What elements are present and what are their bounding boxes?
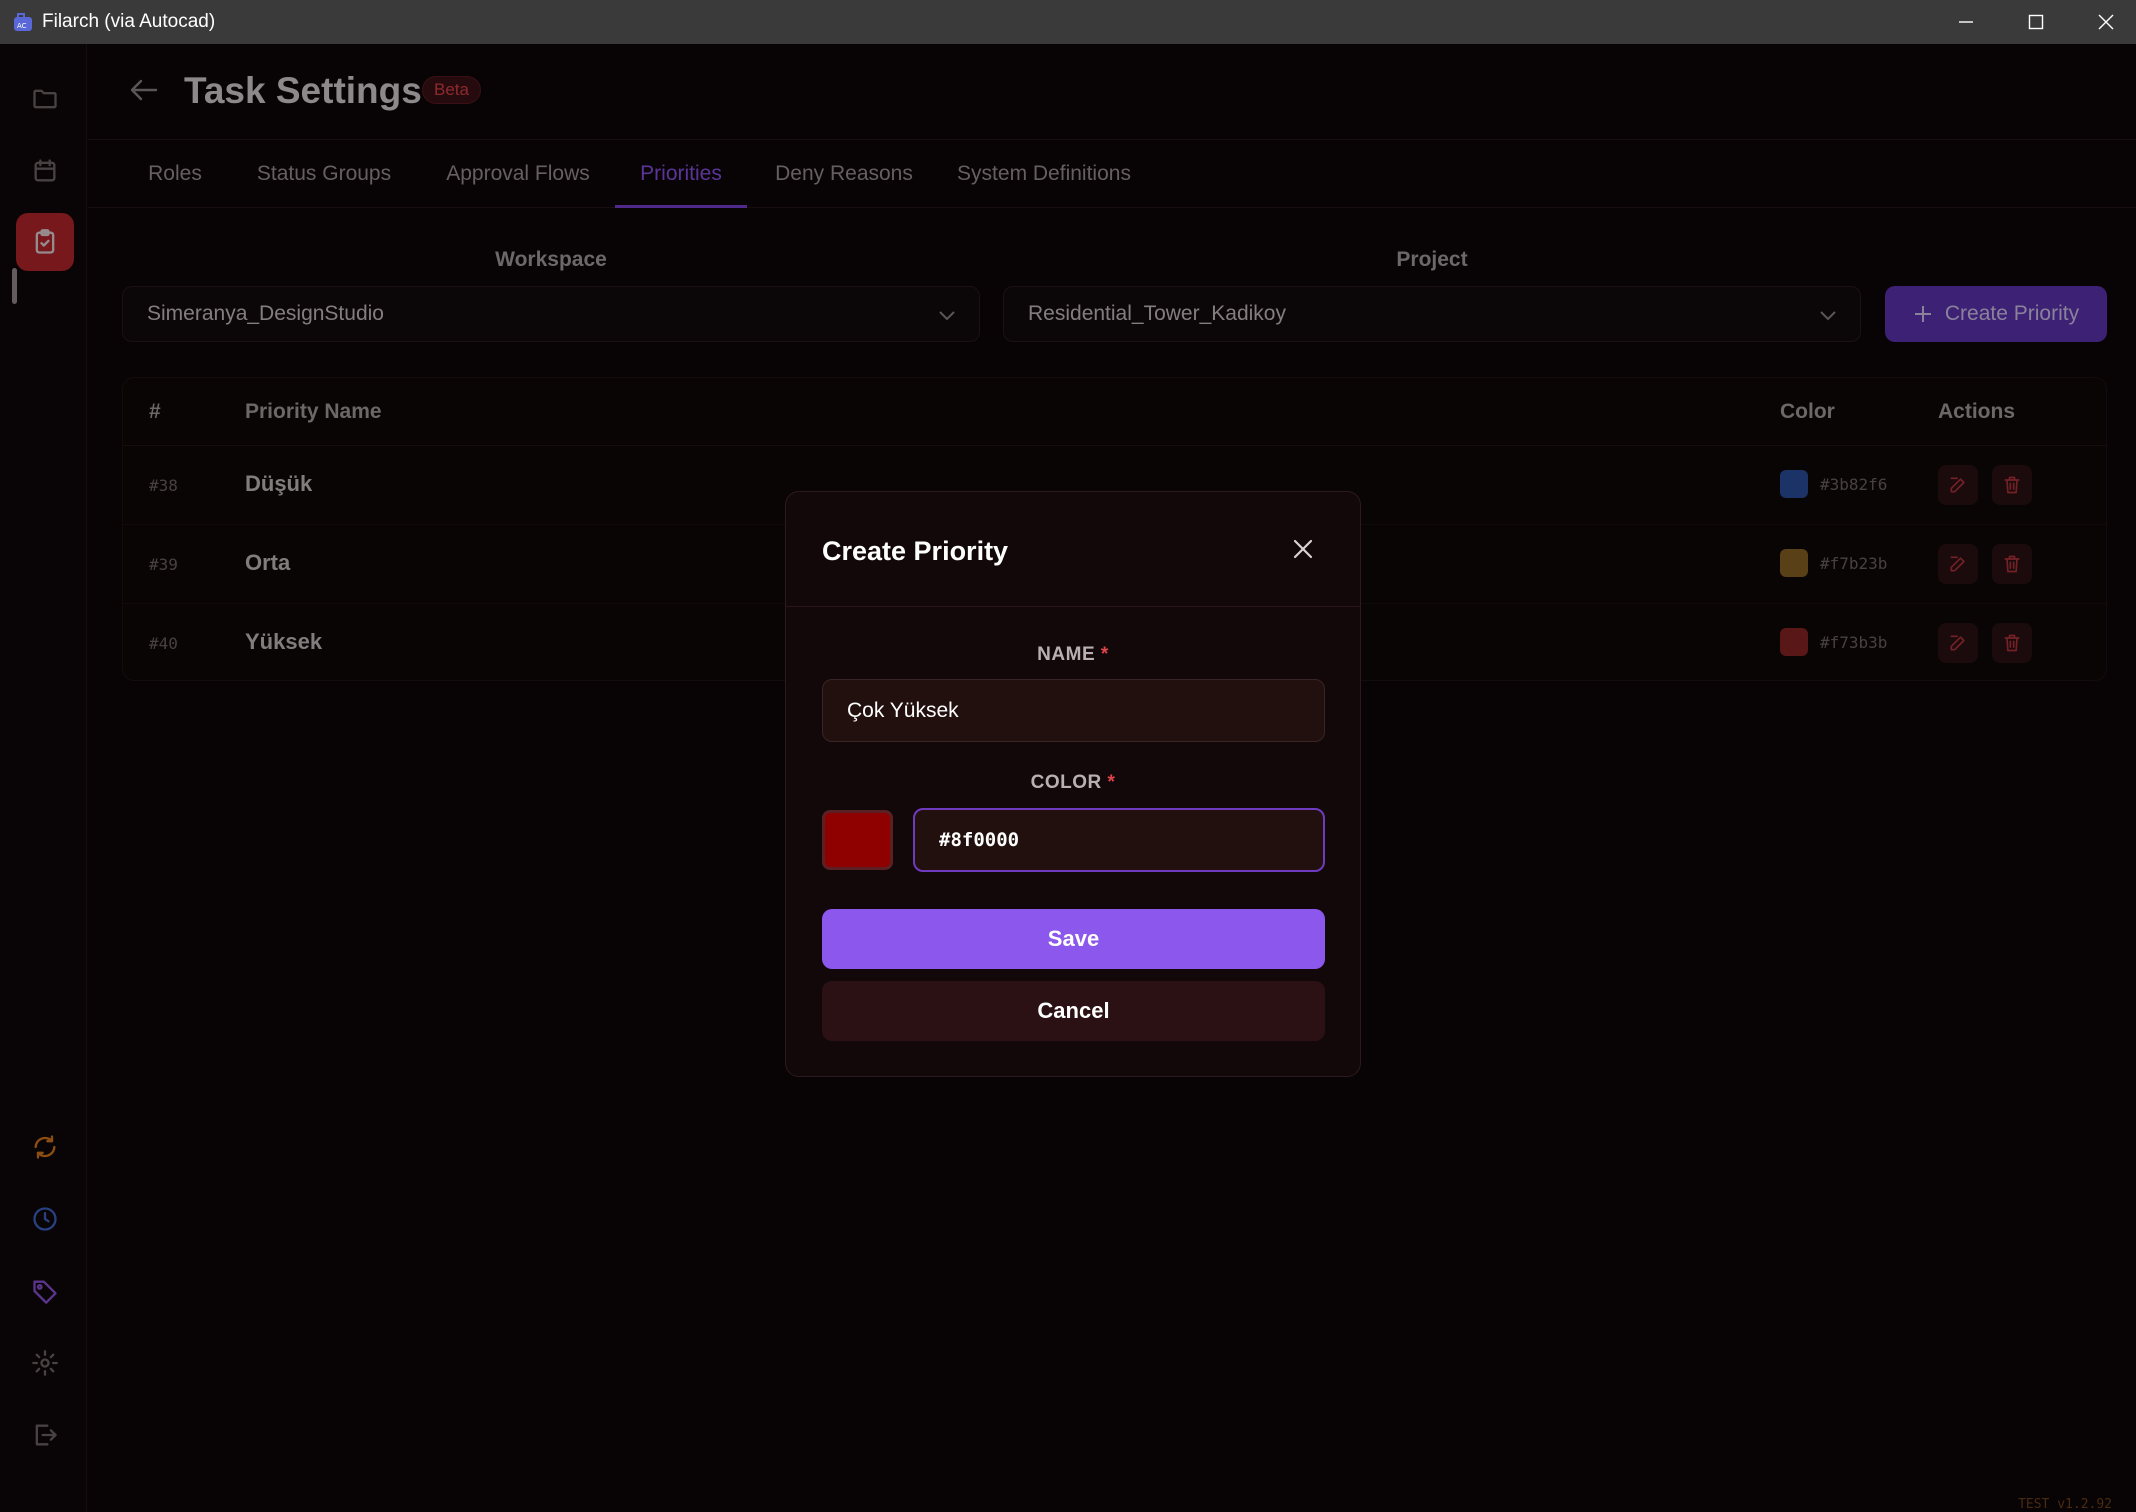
window-titlebar: AC Filarch (via Autocad): [0, 0, 2136, 44]
name-label-text: NAME: [1037, 644, 1096, 665]
modal-header: Create Priority: [786, 492, 1360, 607]
color-hex-value: #8f0000: [939, 829, 1020, 851]
save-button[interactable]: Save: [822, 909, 1325, 969]
create-priority-modal: Create Priority NAME * Çok Yüksek COLOR …: [785, 491, 1361, 1077]
color-label: COLOR *: [786, 772, 1360, 794]
cancel-button[interactable]: Cancel: [822, 981, 1325, 1041]
maximize-button[interactable]: [2001, 0, 2071, 44]
minimize-icon: [1959, 21, 1973, 23]
required-mark: *: [1100, 644, 1109, 665]
svg-text:AC: AC: [17, 22, 27, 30]
required-mark: *: [1107, 772, 1116, 793]
color-hex-input[interactable]: #8f0000: [913, 808, 1325, 872]
color-label-text: COLOR: [1030, 772, 1102, 793]
close-icon: [2098, 14, 2114, 30]
window-title: Filarch (via Autocad): [42, 11, 216, 32]
name-input[interactable]: Çok Yüksek: [822, 679, 1325, 742]
app-logo-icon: AC: [14, 13, 32, 31]
modal-close-button[interactable]: [1288, 534, 1318, 564]
modal-title: Create Priority: [822, 536, 1009, 566]
close-icon: [1293, 539, 1313, 559]
name-label: NAME *: [786, 644, 1360, 666]
close-window-button[interactable]: [2071, 0, 2136, 44]
name-input-value: Çok Yüksek: [847, 698, 959, 722]
maximize-icon: [2028, 14, 2044, 30]
version-label: TEST v1.2.92: [2018, 1497, 2112, 1512]
color-picker-swatch[interactable]: [822, 810, 893, 870]
minimize-button[interactable]: [1931, 0, 2001, 44]
